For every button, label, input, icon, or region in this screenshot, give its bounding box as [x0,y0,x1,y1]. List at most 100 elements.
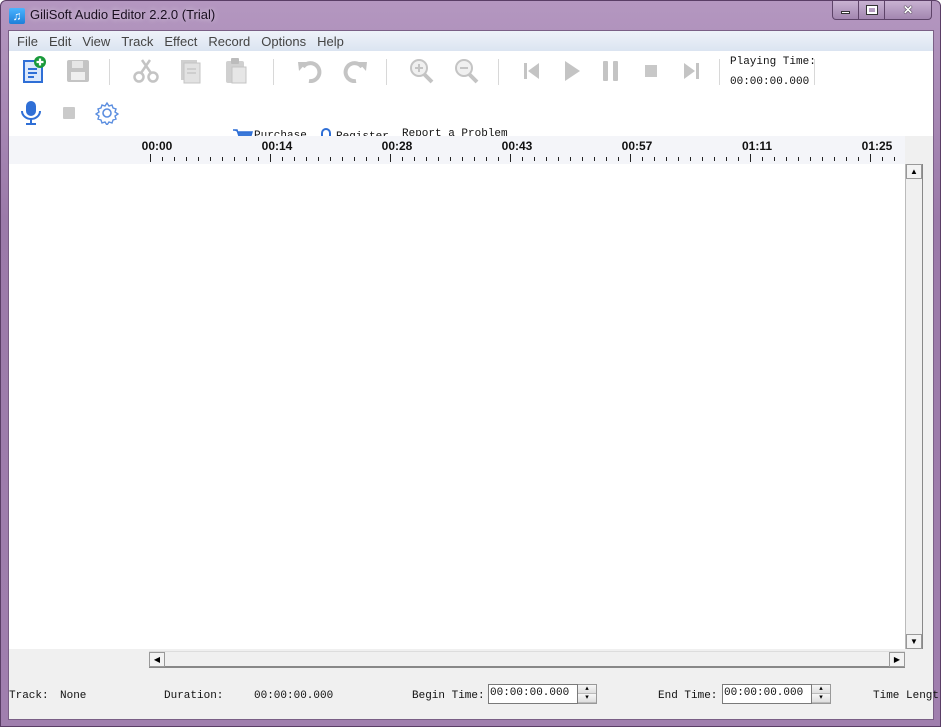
stop-icon [63,107,75,119]
end-time-input[interactable]: 00:00:00.000 [722,684,812,704]
spin-down-icon[interactable]: ▾ [812,694,830,703]
ruler-major-tick [510,154,511,162]
ruler-minor-tick [846,157,847,161]
timeline-ruler[interactable]: 00:00 00:14 00:28 00:43 00:57 01:11 01:25 [9,136,905,164]
stop-button[interactable] [637,57,665,85]
music-note-icon: ♫ [9,8,25,24]
save-button[interactable] [64,57,92,85]
toolbar-separator [109,59,110,85]
end-time-spin-buttons[interactable]: ▴ ▾ [812,684,831,704]
toolbar-separator [719,59,720,85]
playing-time-value: 00:00:00.000 [730,76,810,88]
end-time-spinner[interactable]: 00:00:00.000 ▴ ▾ [722,684,831,704]
ruler-minor-tick [882,157,883,161]
undo-button[interactable] [296,57,324,85]
ruler-minor-tick [714,157,715,161]
ruler-minor-tick [222,157,223,161]
scroll-down-button[interactable]: ▼ [906,634,922,649]
window-controls: ✕ [832,1,932,21]
ruler-minor-tick [354,157,355,161]
settings-button[interactable] [93,99,121,127]
menu-effect[interactable]: Effect [159,34,202,49]
begin-time-spin-buttons[interactable]: ▴ ▾ [578,684,597,704]
redo-button[interactable] [341,57,369,85]
toolbar-separator [273,59,274,85]
ruler-label: 00:57 [621,139,653,153]
maximize-button[interactable] [859,1,885,20]
menu-record[interactable]: Record [203,34,255,49]
ruler-major-tick [150,154,151,162]
scroll-left-button[interactable]: ◀ [149,652,165,667]
title-bar[interactable]: ♫ GiliSoft Audio Editor 2.2.0 (Trial) ✕ [1,1,940,29]
ruler-minor-tick [426,157,427,161]
ruler-minor-tick [702,157,703,161]
menu-track[interactable]: Track [116,34,158,49]
ruler-minor-tick [606,157,607,161]
new-file-button[interactable] [19,56,47,84]
floppy-disk-icon [67,60,89,82]
ruler-minor-tick [342,157,343,161]
zoom-in-button[interactable] [408,57,436,85]
toolbar-separator [814,59,815,85]
window-title: GiliSoft Audio Editor 2.2.0 (Trial) [30,7,216,22]
minimize-button[interactable] [832,1,859,20]
ruler-minor-tick [174,157,175,161]
horizontal-scrollbar[interactable]: ◀ ▶ [149,651,905,668]
pause-icon [603,61,618,81]
play-icon [565,61,580,81]
maximize-icon [865,5,878,15]
spin-up-icon[interactable]: ▴ [578,685,596,694]
close-icon: ✕ [902,3,914,17]
menu-edit[interactable]: Edit [44,34,76,49]
close-button[interactable]: ✕ [885,1,932,20]
arrow-right-icon: ▶ [893,655,901,664]
spin-down-icon[interactable]: ▾ [578,694,596,703]
scroll-right-button[interactable]: ▶ [889,652,905,667]
record-button[interactable] [17,99,45,127]
ruler-minor-tick [246,157,247,161]
ruler-minor-tick [294,157,295,161]
begin-time-input[interactable]: 00:00:00.000 [488,684,578,704]
vertical-scrollbar[interactable]: ▲ ▼ [905,164,923,649]
menu-options[interactable]: Options [256,34,311,49]
play-button[interactable] [558,57,586,85]
skip-back-button[interactable] [518,57,546,85]
menu-bar: File Edit View Track Effect Record Optio… [9,31,933,51]
new-document-icon [23,56,46,83]
ruler-minor-tick [762,157,763,161]
ruler-label: 01:11 [741,139,773,153]
begin-time-spinner[interactable]: 00:00:00.000 ▴ ▾ [488,684,597,704]
ruler-minor-tick [234,157,235,161]
skip-forward-icon [684,63,699,79]
playing-time-label: Playing Time: [730,56,816,68]
ruler-minor-tick [198,157,199,161]
pause-button[interactable] [597,57,625,85]
zoom-out-button[interactable] [453,57,481,85]
ruler-minor-tick [366,157,367,161]
ruler-minor-tick [258,157,259,161]
menu-help[interactable]: Help [312,34,349,49]
ruler-minor-tick [318,157,319,161]
waveform-canvas[interactable] [9,164,905,649]
copy-button[interactable] [177,57,205,85]
ruler-minor-tick [558,157,559,161]
ruler-minor-tick [162,157,163,161]
menu-file[interactable]: File [12,34,43,49]
paste-button[interactable] [222,57,250,85]
ruler-minor-tick [462,157,463,161]
zoom-in-icon [410,59,434,84]
spin-up-icon[interactable]: ▴ [812,685,830,694]
track-label: Track: [9,690,49,702]
ruler-minor-tick [834,157,835,161]
minimize-icon [841,11,850,14]
ruler-minor-tick [654,157,655,161]
ruler-minor-tick [690,157,691,161]
ruler-minor-tick [438,157,439,161]
redo-icon [343,61,367,83]
record-stop-button[interactable] [55,99,83,127]
scroll-up-button[interactable]: ▲ [906,164,922,179]
cut-button[interactable] [132,57,160,85]
ruler-minor-tick [186,157,187,161]
skip-forward-button[interactable] [677,57,705,85]
menu-view[interactable]: View [77,34,115,49]
